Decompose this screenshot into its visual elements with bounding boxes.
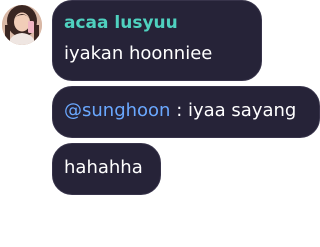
message-bubble[interactable]: @sunghoon : iyaa sayang bbox=[52, 86, 320, 138]
chat-thread: acaa lusyuu iyakan hoonniee @sunghoon : … bbox=[0, 0, 320, 247]
message-line: @sunghoon : iyaa sayang bbox=[64, 100, 296, 121]
message-bubble[interactable]: acaa lusyuu iyakan hoonniee bbox=[52, 0, 262, 81]
message-text: hahahha bbox=[64, 157, 143, 178]
avatar-photo-icon bbox=[2, 5, 42, 45]
message-bubble[interactable]: hahahha bbox=[52, 143, 161, 195]
message-text: : iyaa sayang bbox=[170, 100, 297, 121]
sender-name[interactable]: acaa lusyuu bbox=[64, 13, 178, 33]
message-text: iyakan hoonniee bbox=[64, 43, 213, 64]
avatar[interactable] bbox=[2, 5, 42, 45]
mention-link[interactable]: @sunghoon bbox=[64, 100, 170, 121]
